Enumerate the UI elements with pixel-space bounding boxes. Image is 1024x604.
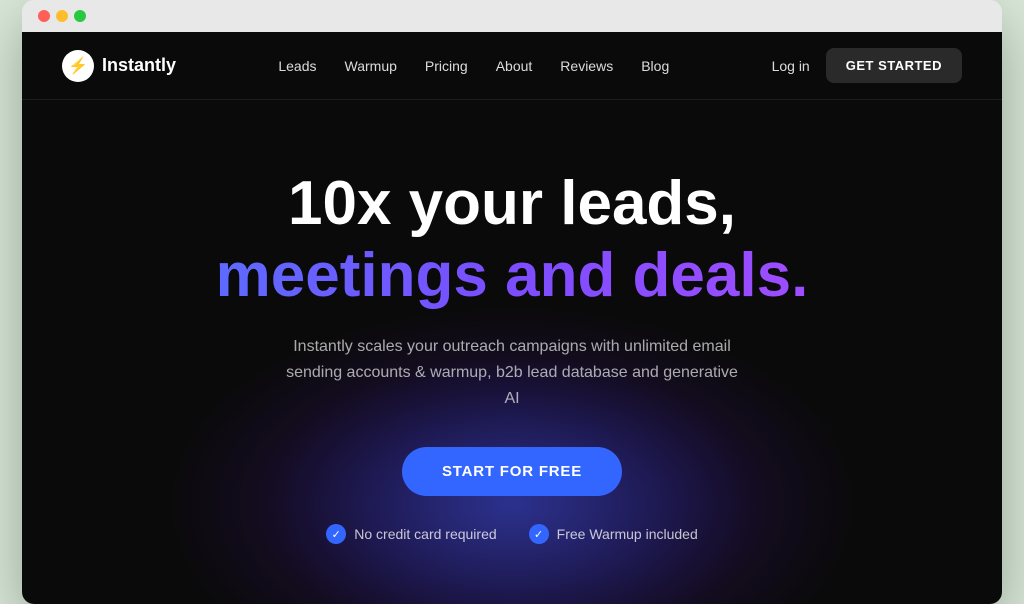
browser-chrome (22, 0, 1002, 32)
page-content: ⚡ Instantly Leads Warmup Pricing About R… (22, 32, 1002, 604)
traffic-light-yellow[interactable] (56, 10, 68, 22)
nav-link-leads[interactable]: Leads (278, 58, 316, 74)
browser-window: ⚡ Instantly Leads Warmup Pricing About R… (22, 0, 1002, 604)
traffic-light-red[interactable] (38, 10, 50, 22)
logo-text: Instantly (102, 55, 176, 76)
nav-links: Leads Warmup Pricing About Reviews Blog (278, 58, 669, 74)
traffic-lights (38, 10, 86, 22)
login-button[interactable]: Log in (772, 58, 810, 74)
traffic-light-green[interactable] (74, 10, 86, 22)
logo-icon: ⚡ (62, 50, 94, 82)
nav-link-warmup[interactable]: Warmup (345, 58, 397, 74)
nav-actions: Log in GET STARTED (772, 48, 962, 83)
trust-badge-no-cc: ✓ No credit card required (326, 524, 496, 544)
hero-section: 10x your leads, meetings and deals. Inst… (22, 100, 1002, 604)
trust-badge-warmup: ✓ Free Warmup included (529, 524, 698, 544)
hero-title-line2: meetings and deals. (62, 242, 962, 310)
check-icon-2: ✓ (529, 524, 549, 544)
hero-subtitle: Instantly scales your outreach campaigns… (282, 334, 742, 411)
get-started-button[interactable]: GET STARTED (826, 48, 962, 83)
nav-link-pricing[interactable]: Pricing (425, 58, 468, 74)
start-free-button[interactable]: START FOR FREE (402, 447, 622, 496)
trust-badge-warmup-text: Free Warmup included (557, 526, 698, 542)
navbar: ⚡ Instantly Leads Warmup Pricing About R… (22, 32, 1002, 100)
nav-link-reviews[interactable]: Reviews (560, 58, 613, 74)
nav-link-about[interactable]: About (496, 58, 533, 74)
logo[interactable]: ⚡ Instantly (62, 50, 176, 82)
hero-title-line1: 10x your leads, (62, 170, 962, 238)
check-icon-1: ✓ (326, 524, 346, 544)
nav-link-blog[interactable]: Blog (641, 58, 669, 74)
trust-badges: ✓ No credit card required ✓ Free Warmup … (62, 524, 962, 544)
trust-badge-no-cc-text: No credit card required (354, 526, 496, 542)
